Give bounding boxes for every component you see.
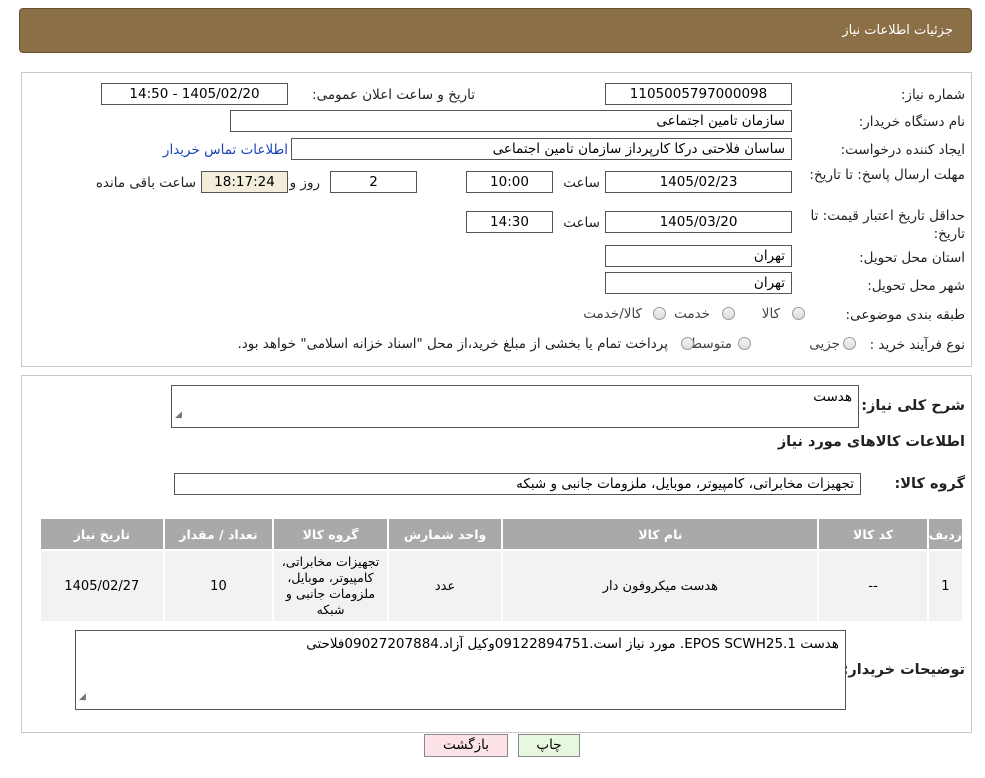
category-radio-service[interactable] (722, 307, 735, 320)
buyer-notes-label: توضیحات خریدار: (842, 662, 965, 678)
deadline-time-label: ساعت (563, 175, 600, 191)
buyer-notes-field[interactable]: هدست EPOS SCWH25.1. مورد نیاز است.091228… (75, 630, 846, 710)
cell-qty: 10 (162, 550, 275, 623)
remaining-time-field: 18:17:24 (201, 171, 288, 193)
back-button[interactable]: بازگشت (424, 734, 508, 757)
need-number-field: 1105005797000098 (605, 83, 792, 105)
deadline-date-field: 1405/02/23 (605, 171, 792, 193)
category-option-service: خدمت (674, 306, 710, 322)
col-name: نام کالا (501, 517, 820, 551)
creator-field: ساسان فلاحتی درکا کارپرداز سازمان تامین … (291, 138, 792, 160)
days-field: 2 (330, 171, 417, 193)
process-option-minor: جزیی (809, 336, 840, 352)
validity-time-label: ساعت (563, 215, 600, 231)
table-row: 1 -- هدست میکروفون دار عدد تجهیزات مخابر… (39, 550, 965, 623)
group-label: گروه کالا: (894, 476, 965, 492)
desc-label: شرح کلی نیاز: (861, 398, 965, 414)
city-field: تهران (605, 272, 792, 294)
desc-value: هدست (813, 389, 852, 405)
goods-section-title: اطلاعات کالاهای مورد نیاز (777, 434, 965, 450)
items-table: ردیف کد کالا نام کالا واحد شمارش گروه کا… (39, 517, 965, 623)
need-number-label: شماره نیاز: (900, 87, 965, 103)
table-header-row: ردیف کد کالا نام کالا واحد شمارش گروه کا… (39, 517, 965, 551)
process-radio-minor[interactable] (843, 337, 856, 350)
resize-grip-icon[interactable]: ◢ (79, 686, 86, 708)
deadline-label: مهلت ارسال پاسخ: تا تاریخ: (809, 167, 965, 183)
category-option-both: کالا/خدمت (583, 306, 642, 322)
cell-date: 1405/02/27 (39, 550, 165, 623)
page-title: جزئیات اطلاعات نیاز (842, 23, 953, 38)
col-group: گروه کالا (272, 517, 389, 551)
buyer-org-label: نام دستگاه خریدار: (858, 114, 965, 130)
category-radio-both[interactable] (653, 307, 666, 320)
process-note: پرداخت تمام یا بخشی از مبلغ خرید،از محل … (237, 336, 668, 352)
deadline-time-field: 10:00 (466, 171, 553, 193)
process-option-medium: متوسط (689, 336, 732, 352)
validity-date-field: 1405/03/20 (605, 211, 792, 233)
resize-grip-icon[interactable]: ◢ (175, 404, 182, 426)
process-radio-medium[interactable] (738, 337, 751, 350)
validity-label: حداقل تاریخ اعتبار قیمت: تا تاریخ: (810, 208, 965, 242)
validity-time-field: 14:30 (466, 211, 553, 233)
creator-label: ایجاد کننده درخواست: (840, 142, 965, 158)
col-row: ردیف (926, 517, 965, 551)
province-label: استان محل تحویل: (859, 250, 965, 266)
category-option-goods: کالا (761, 306, 780, 322)
buyer-notes-value: هدست EPOS SCWH25.1. مورد نیاز است.091228… (306, 636, 839, 652)
announce-label: تاریخ و ساعت اعلان عمومی: (312, 87, 475, 103)
col-date: تاریخ نیاز (39, 517, 165, 551)
cell-unit: عدد (386, 550, 504, 623)
col-unit: واحد شمارش (386, 517, 504, 551)
cell-group: تجهیزات مخابراتی، کامپیوتر، موبایل، ملزو… (272, 550, 389, 623)
announce-field: 1405/02/20 - 14:50 (101, 83, 288, 105)
buyer-contact-link[interactable]: اطلاعات تماس خریدار (163, 142, 288, 158)
col-code: کد کالا (817, 517, 929, 551)
group-field: تجهیزات مخابراتی، کامپیوتر، موبایل، ملزو… (174, 473, 861, 495)
treasury-checkbox[interactable] (681, 337, 694, 350)
category-label: طبقه بندی موضوعی: (845, 307, 965, 323)
category-radio-goods[interactable] (792, 307, 805, 320)
province-field: تهران (605, 245, 792, 267)
days-label: روز و (289, 175, 320, 191)
buyer-org-field: سازمان تامین اجتماعی (230, 110, 792, 132)
remaining-label: ساعت باقی مانده (95, 175, 196, 191)
cell-row: 1 (926, 550, 965, 623)
col-qty: تعداد / مقدار (162, 517, 275, 551)
process-label: نوع فرآیند خرید : (869, 337, 965, 353)
page-header: جزئیات اطلاعات نیاز (19, 8, 972, 53)
desc-field[interactable]: هدست ◢ (171, 385, 859, 428)
cell-name: هدست میکروفون دار (501, 550, 820, 623)
cell-code: -- (817, 550, 929, 623)
print-button[interactable]: چاپ (518, 734, 580, 757)
city-label: شهر محل تحویل: (867, 278, 965, 294)
